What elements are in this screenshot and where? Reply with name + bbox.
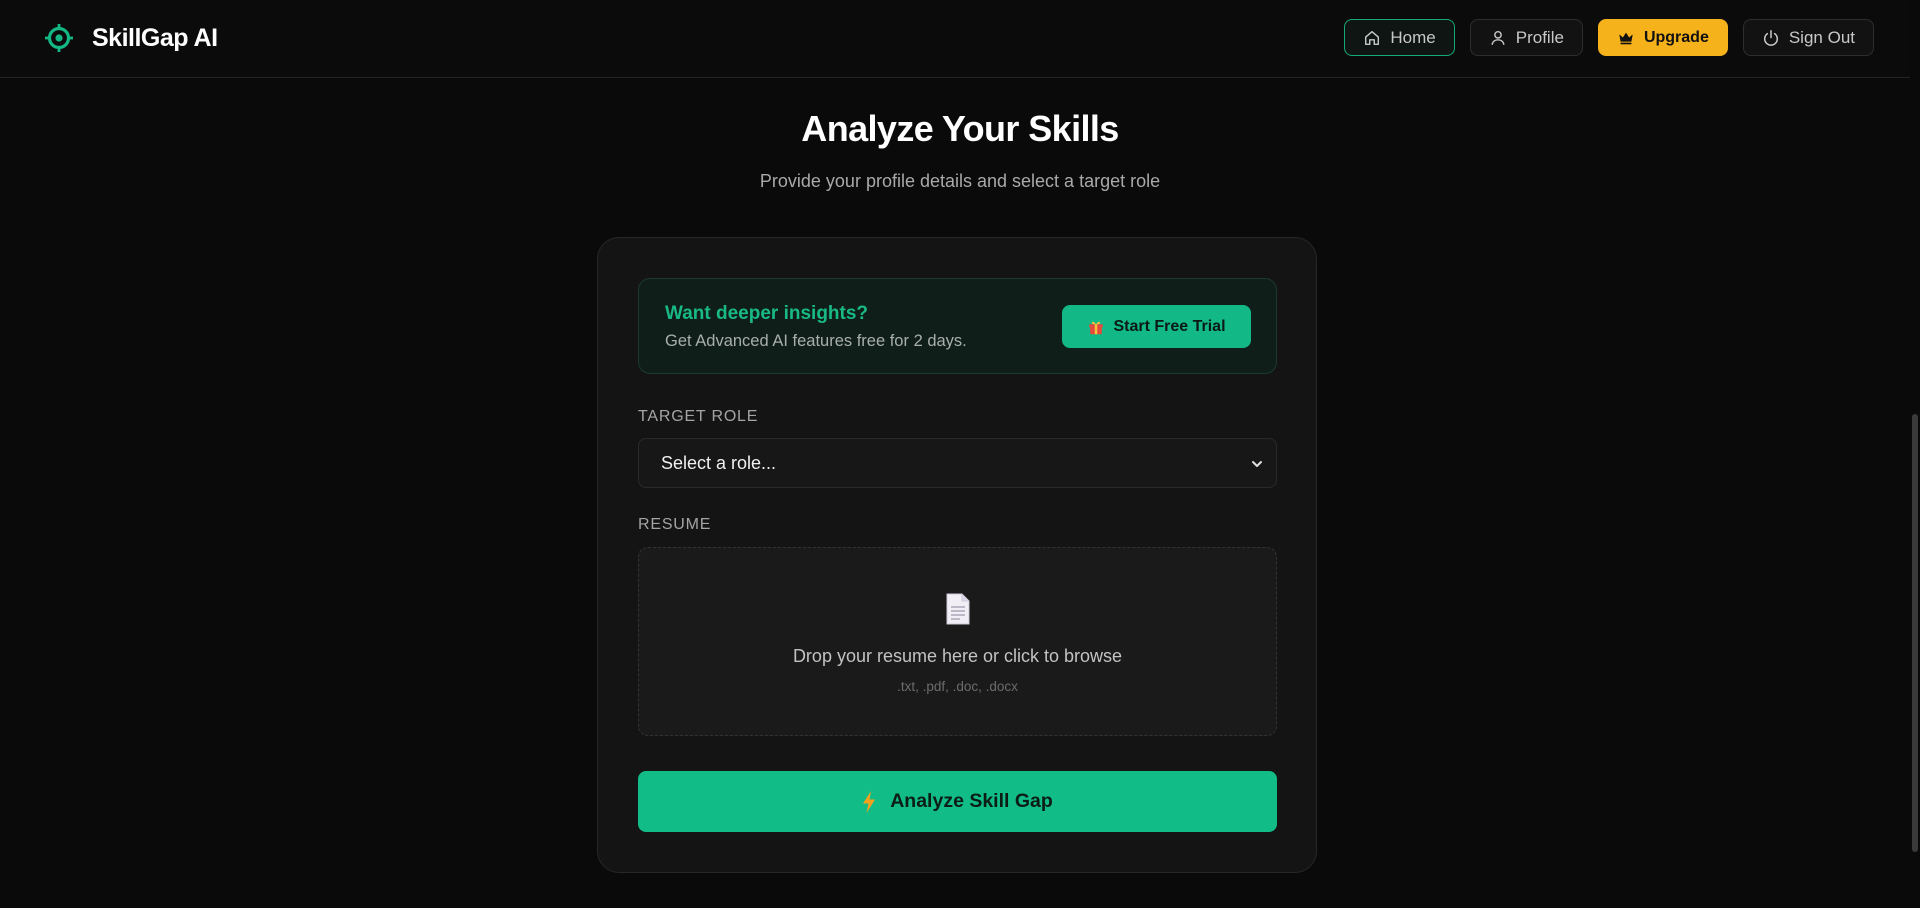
page-scrollbar[interactable] [1910,0,1920,908]
top-navigation-bar: SkillGap AI Home Profile Upgrade Sign Ou… [0,0,1920,78]
analysis-form-card: Want deeper insights? Get Advanced AI fe… [597,237,1317,873]
resume-label: RESUME [638,516,712,533]
crown-icon [1619,32,1633,44]
brand[interactable]: SkillGap AI [44,21,218,55]
target-role-value: Select a role... [661,452,777,473]
sign-out-label: Sign Out [1788,27,1855,47]
home-button[interactable]: Home [1344,19,1455,56]
lightning-icon [863,790,876,813]
upgrade-label: Upgrade [1643,28,1709,46]
start-free-trial-label: Start Free Trial [1113,317,1226,335]
profile-label: Profile [1515,27,1564,47]
user-icon [1491,30,1505,45]
sign-out-button[interactable]: Sign Out [1742,19,1874,56]
profile-button[interactable]: Profile [1469,19,1583,56]
chevron-down-icon [1252,461,1262,467]
dropzone-text: Drop your resume here or click to browse [792,646,1123,666]
accepted-formats: .txt, .pdf, .doc, .docx [897,679,1018,694]
scrollbar-thumb[interactable] [1912,414,1918,852]
analyze-skill-gap-label: Analyze Skill Gap [890,790,1053,812]
power-icon [1763,29,1778,46]
promo-text: Get Advanced AI features free for 2 days… [665,332,967,350]
promo-title: Want deeper insights? [665,303,869,324]
analyze-skill-gap-button[interactable]: Analyze Skill Gap [638,771,1277,832]
home-icon [1365,30,1380,45]
resume-dropzone[interactable]: Drop your resume here or click to browse… [638,547,1277,736]
target-role-label: TARGET ROLE [638,408,759,425]
document-icon [946,593,970,625]
page-title: Analyze Your Skills [801,108,1119,149]
home-label: Home [1390,27,1436,47]
trial-promo-banner: Want deeper insights? Get Advanced AI fe… [638,278,1277,374]
gift-icon [1089,321,1104,334]
upgrade-button[interactable]: Upgrade [1597,19,1728,56]
page-subtitle: Provide your profile details and select … [759,171,1161,191]
main-nav: Home Profile Upgrade Sign Out [1344,19,1874,56]
target-icon [45,24,73,52]
start-free-trial-button[interactable]: Start Free Trial [1062,305,1251,348]
target-role-select[interactable]: Select a role... [638,438,1277,488]
app-name: SkillGap AI [92,23,218,52]
